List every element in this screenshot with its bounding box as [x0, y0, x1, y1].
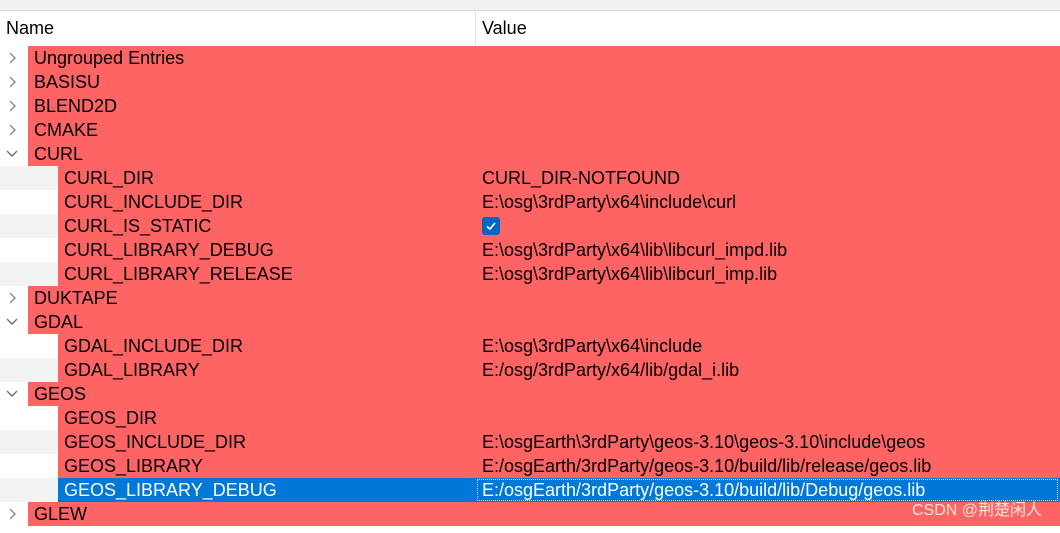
entry-name: CURL_IS_STATIC: [64, 216, 212, 236]
indent-strip: [0, 334, 58, 358]
group-row[interactable]: GLEW: [0, 502, 1060, 526]
top-border: [0, 0, 1060, 11]
entry-value[interactable]: E:/osg/3rdParty/x64/lib/gdal_i.lib: [482, 358, 739, 382]
entry-name: BLEND2D: [34, 96, 118, 116]
row-highlight: [28, 286, 1060, 310]
entry-row[interactable]: GEOS_LIBRARY E:/osgEarth/3rdParty/geos-3.…: [0, 454, 1060, 478]
entry-value[interactable]: E:\osg\3rdParty\x64\lib\libcurl_impd.lib: [482, 238, 787, 262]
group-row[interactable]: BLEND2D: [0, 94, 1060, 118]
chevron-right-icon[interactable]: [3, 118, 21, 142]
entry-name: GDAL_LIBRARY: [64, 360, 200, 380]
chevron-right-icon[interactable]: [3, 94, 21, 118]
entry-row[interactable]: GDAL_LIBRARY E:/osg/3rdParty/x64/lib/gdal…: [0, 358, 1060, 382]
entry-name: GEOS: [34, 384, 87, 404]
chevron-down-icon[interactable]: [3, 382, 21, 406]
row-highlight: [28, 310, 1060, 334]
entry-name: CURL: [34, 144, 84, 164]
indent-strip: [0, 406, 58, 430]
entry-name: GEOS_LIBRARY: [64, 456, 203, 476]
entry-value[interactable]: E:/osgEarth/3rdParty/geos-3.10/build/lib…: [482, 478, 925, 502]
entry-name: BASISU: [34, 72, 101, 92]
entry-row[interactable]: GEOS_INCLUDE_DIR E:\osgEarth\3rdParty\geo…: [0, 430, 1060, 454]
name-column-header[interactable]: Name: [0, 11, 476, 46]
entry-name: GEOS_LIBRARY_DEBUG: [64, 480, 277, 500]
entry-value[interactable]: E:\osg\3rdParty\x64\include: [482, 334, 702, 358]
chevron-right-icon[interactable]: [3, 46, 21, 70]
row-highlight: [28, 118, 1060, 142]
row-highlight: [28, 142, 1060, 166]
column-header: Name Value: [0, 11, 1060, 46]
indent-strip: [0, 262, 58, 286]
entry-name: GEOS_INCLUDE_DIR: [64, 432, 247, 452]
group-row[interactable]: DUKTAPE: [0, 286, 1060, 310]
row-highlight: [28, 94, 1060, 118]
entry-row[interactable]: CURL_INCLUDE_DIR E:\osg\3rdParty\x64\incl…: [0, 190, 1060, 214]
row-highlight: [28, 70, 1060, 94]
entry-name: CURL_INCLUDE_DIR: [64, 192, 244, 212]
group-row[interactable]: CMAKE: [0, 118, 1060, 142]
group-row[interactable]: Ungrouped Entries: [0, 46, 1060, 70]
entry-row[interactable]: CURL_LIBRARY_RELEASE E:\osg\3rdParty\x64\…: [0, 262, 1060, 286]
indent-strip: [0, 430, 58, 454]
entry-value[interactable]: E:\osgEarth\3rdParty\geos-3.10\geos-3.10…: [482, 430, 925, 454]
chevron-down-icon[interactable]: [3, 310, 21, 334]
entry-row[interactable]: GEOS_DIR: [0, 406, 1060, 430]
indent-strip: [0, 238, 58, 262]
indent-strip: [0, 358, 58, 382]
group-row[interactable]: BASISU: [0, 70, 1060, 94]
entry-name: Ungrouped Entries: [34, 48, 185, 68]
indent-strip: [0, 478, 58, 502]
entry-value[interactable]: CURL_DIR-NOTFOUND: [482, 166, 680, 190]
entry-name: CURL_DIR: [64, 168, 155, 188]
group-row[interactable]: GEOS: [0, 382, 1060, 406]
entry-row[interactable]: CURL_LIBRARY_DEBUG E:\osg\3rdParty\x64\li…: [0, 238, 1060, 262]
entry-row[interactable]: GEOS_LIBRARY_DEBUG E:/osgEarth/3rdParty/g…: [0, 478, 1060, 502]
chevron-right-icon[interactable]: [3, 502, 21, 526]
entry-name: GDAL_INCLUDE_DIR: [64, 336, 244, 356]
entry-name: DUKTAPE: [34, 288, 118, 308]
indent-strip: [0, 454, 58, 478]
entry-row[interactable]: CURL_IS_STATIC: [0, 214, 1060, 238]
entry-name: CURL_LIBRARY_RELEASE: [64, 264, 293, 284]
indent-strip: [0, 190, 58, 214]
entry-name: GDAL: [34, 312, 84, 332]
chevron-down-icon[interactable]: [3, 142, 21, 166]
indent-strip: [0, 214, 58, 238]
entry-name: GLEW: [34, 504, 88, 524]
entry-name: CURL_LIBRARY_DEBUG: [64, 240, 274, 260]
group-row[interactable]: GDAL: [0, 310, 1060, 334]
entry-row[interactable]: GDAL_INCLUDE_DIR E:\osg\3rdParty\x64\incl…: [0, 334, 1060, 358]
row-highlight: [28, 382, 1060, 406]
entry-value[interactable]: E:\osg\3rdParty\x64\lib\libcurl_imp.lib: [482, 262, 777, 286]
checkbox-icon[interactable]: [482, 217, 500, 235]
entry-value[interactable]: E:/osgEarth/3rdParty/geos-3.10/build/lib…: [482, 454, 931, 478]
entry-value[interactable]: E:\osg\3rdParty\x64\include\curl: [482, 190, 736, 214]
watermark: CSDN @荆楚闲人: [911, 502, 1042, 519]
chevron-right-icon[interactable]: [3, 286, 21, 310]
entry-name: GEOS_DIR: [64, 408, 158, 428]
value-column-header[interactable]: Value: [476, 11, 1060, 46]
row-highlight: [28, 502, 1060, 526]
group-row[interactable]: CURL: [0, 142, 1060, 166]
cache-entries-tree: Ungrouped Entries BASISU BLEND2D CMAKE CURL C…: [0, 46, 1060, 526]
chevron-right-icon[interactable]: [3, 70, 21, 94]
indent-strip: [0, 166, 58, 190]
row-highlight: [58, 406, 1060, 430]
entry-row[interactable]: CURL_DIR CURL_DIR-NOTFOUND: [0, 166, 1060, 190]
entry-name: CMAKE: [34, 120, 99, 140]
